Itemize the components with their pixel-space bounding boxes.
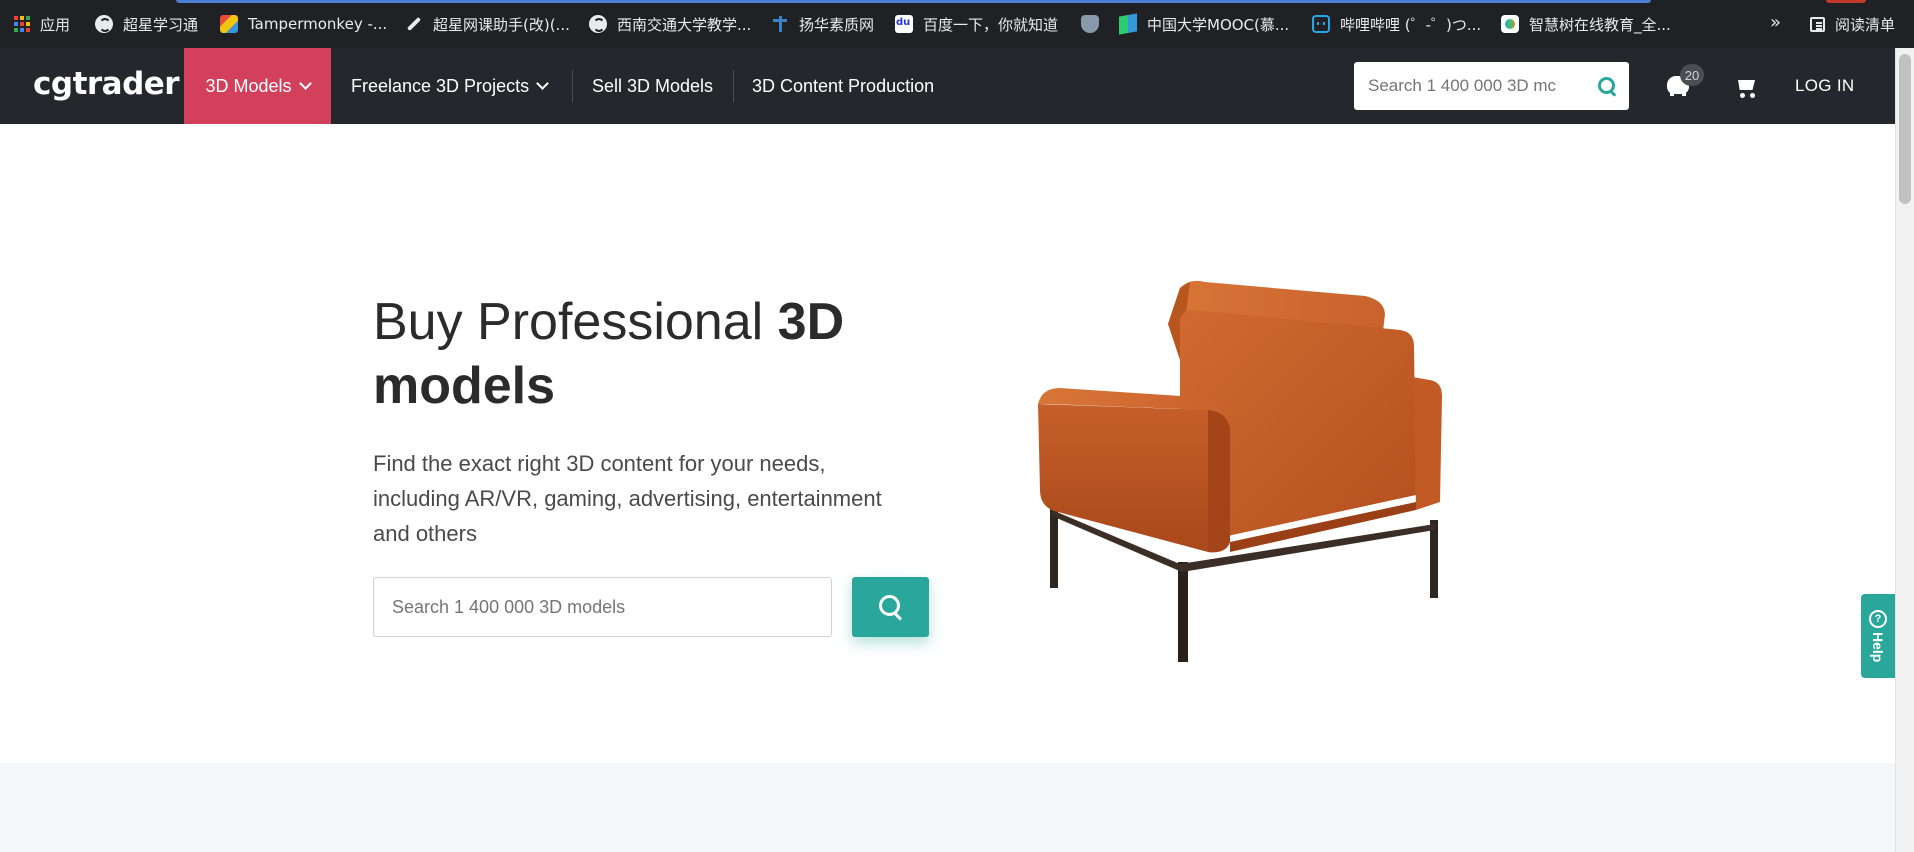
bookmark-zhihuishu[interactable]: 智慧树在线教育_全... [1501, 12, 1671, 36]
chair-arm-front [1208, 410, 1230, 553]
hero-title: Buy Professional 3D models [373, 290, 893, 418]
reading-list-button[interactable]: 阅读清单 [1810, 12, 1895, 36]
nav-divider [572, 70, 573, 102]
bookmark-badge[interactable] [1081, 12, 1109, 36]
help-tab[interactable]: ? Help [1861, 594, 1895, 678]
apps-icon [14, 16, 30, 32]
bookmark-apps[interactable]: 应用 [14, 12, 70, 36]
header-search-input[interactable] [1366, 75, 1580, 97]
site-header: cgtrader 3D Models Freelance 3D Projects… [0, 48, 1895, 124]
bookmark-label: 百度一下，你就知道 [923, 15, 1059, 34]
search-icon[interactable] [1598, 77, 1616, 95]
cgtrader-logo[interactable]: cgtrader [33, 66, 180, 102]
bookmark-chaoxing[interactable]: 超星学习通 [95, 12, 198, 36]
piggy-count-badge: 20 [1680, 64, 1704, 86]
hero-description: Find the exact right 3D content for your… [373, 451, 882, 546]
bookmark-label: 西南交通大学教学... [617, 15, 752, 34]
mooc-icon [1119, 13, 1137, 35]
chair-leg [1050, 508, 1058, 588]
bookmark-label: 超星学习通 [123, 15, 199, 34]
help-label: Help [1870, 631, 1886, 663]
nav-3d-models[interactable]: 3D Models [184, 48, 331, 124]
hero-title-bold: 3D [777, 293, 845, 351]
chevron-down-icon [298, 77, 312, 90]
nav-label: 3D Models [205, 75, 292, 96]
reading-list-label: 阅读清单 [1835, 15, 1896, 34]
tower-icon [771, 15, 789, 33]
extension-edge [1826, 0, 1866, 3]
bookmark-wangke-helper[interactable]: 超星网课助手(改)(... [405, 12, 570, 36]
globe-icon [589, 15, 607, 33]
wrench-icon [405, 15, 423, 33]
badge-icon [1081, 15, 1099, 33]
bookmark-yanghua[interactable]: 扬华素质网 [771, 12, 874, 36]
login-button[interactable]: LOG IN [1795, 48, 1854, 124]
cart-icon[interactable] [1735, 78, 1757, 98]
reading-list-icon [1810, 16, 1825, 32]
scrollbar-thumb[interactable] [1899, 54, 1911, 204]
hero-title-bold: models [373, 357, 556, 415]
hero-title-light: Buy Professional [373, 293, 778, 351]
baidu-icon [895, 15, 913, 33]
bookmark-label: 超星网课助手(改)(... [433, 15, 570, 34]
hero-search-box [373, 577, 832, 637]
address-bar-edge [176, 0, 1651, 3]
tampermonkey-icon [220, 15, 238, 33]
bookmarks-bar: 应用 超星学习通 Tampermonkey -... 超星网课助手(改)(...… [0, 0, 1914, 48]
nav-sell-models[interactable]: Sell 3D Models [592, 48, 713, 124]
hero-search-input[interactable] [390, 595, 814, 619]
nav-freelance-projects[interactable]: Freelance 3D Projects [351, 48, 549, 124]
header-search [1354, 62, 1629, 110]
nav-content-production[interactable]: 3D Content Production [752, 48, 934, 124]
nav-divider [733, 70, 734, 102]
chair-leg [1430, 520, 1438, 598]
bookmark-label: 哔哩哔哩 (゜-゜)つ... [1340, 15, 1482, 34]
armchair-image [1038, 280, 1442, 662]
bookmark-baidu[interactable]: 百度一下，你就知道 [895, 12, 1058, 36]
bookmark-label: 智慧树在线教育_全... [1529, 15, 1671, 34]
chair-leg [1178, 562, 1188, 662]
bookmarks-overflow-button[interactable]: » [1770, 12, 1781, 33]
bookmark-label: 中国大学MOOC(慕... [1147, 15, 1290, 34]
nav-label: Freelance 3D Projects [351, 75, 530, 96]
chevron-down-icon [536, 77, 549, 90]
bookmark-label: Tampermonkey -... [248, 15, 388, 33]
bookmark-tampermonkey[interactable]: Tampermonkey -... [220, 12, 387, 36]
zhihuishu-icon [1501, 15, 1519, 33]
help-icon: ? [1869, 609, 1887, 628]
page-scrollbar[interactable] [1895, 48, 1914, 852]
bookmark-label: 应用 [40, 15, 71, 34]
bookmark-mooc[interactable]: 中国大学MOOC(慕... [1119, 12, 1289, 36]
bilibili-icon [1312, 15, 1330, 33]
hero-search-button[interactable] [852, 577, 929, 637]
bookmark-bilibili[interactable]: 哔哩哔哩 (゜-゜)つ... [1312, 12, 1481, 36]
globe-icon [95, 15, 113, 33]
chair-left-arm [1038, 404, 1230, 553]
search-icon [878, 595, 903, 619]
bookmark-swjtu[interactable]: 西南交通大学教学... [589, 12, 751, 36]
bookmark-label: 扬华素质网 [799, 15, 875, 34]
next-section-band [0, 763, 1895, 852]
